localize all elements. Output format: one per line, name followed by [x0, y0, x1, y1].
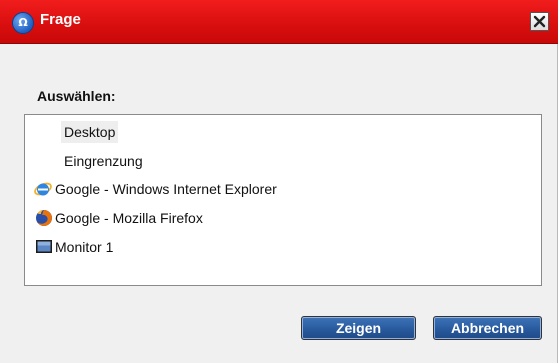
window-list[interactable]: Desktop Eingrenzung Google - Windows Int… [24, 114, 542, 286]
title-bar[interactable]: Ω Frage [0, 0, 558, 44]
list-item-label: Monitor 1 [55, 239, 114, 255]
list-item-monitor-1[interactable]: Monitor 1 [25, 236, 541, 258]
list-item-eingrenzung[interactable]: Eingrenzung [25, 150, 541, 172]
list-item-label: Desktop [61, 121, 119, 143]
question-dialog: Ω Frage Auswählen: Desktop Eingrenzung G… [0, 0, 558, 363]
list-item-label: Google - Windows Internet Explorer [55, 181, 277, 197]
monitor-icon [36, 240, 52, 253]
list-item-label: Google - Mozilla Firefox [55, 210, 203, 226]
show-button[interactable]: Zeigen [301, 316, 416, 340]
app-icon: Ω [12, 12, 34, 34]
window-title: Frage [40, 11, 81, 28]
list-item-internet-explorer[interactable]: Google - Windows Internet Explorer [25, 178, 541, 200]
list-item-desktop[interactable]: Desktop [25, 121, 541, 143]
list-item-label: Eingrenzung [64, 153, 143, 169]
cancel-button[interactable]: Abbrechen [433, 316, 542, 340]
close-icon [533, 15, 546, 28]
internet-explorer-icon [34, 182, 52, 196]
close-button[interactable] [530, 12, 549, 31]
prompt-label: Auswählen: [37, 88, 116, 104]
firefox-icon [36, 210, 52, 226]
list-item-firefox[interactable]: Google - Mozilla Firefox [25, 207, 541, 229]
